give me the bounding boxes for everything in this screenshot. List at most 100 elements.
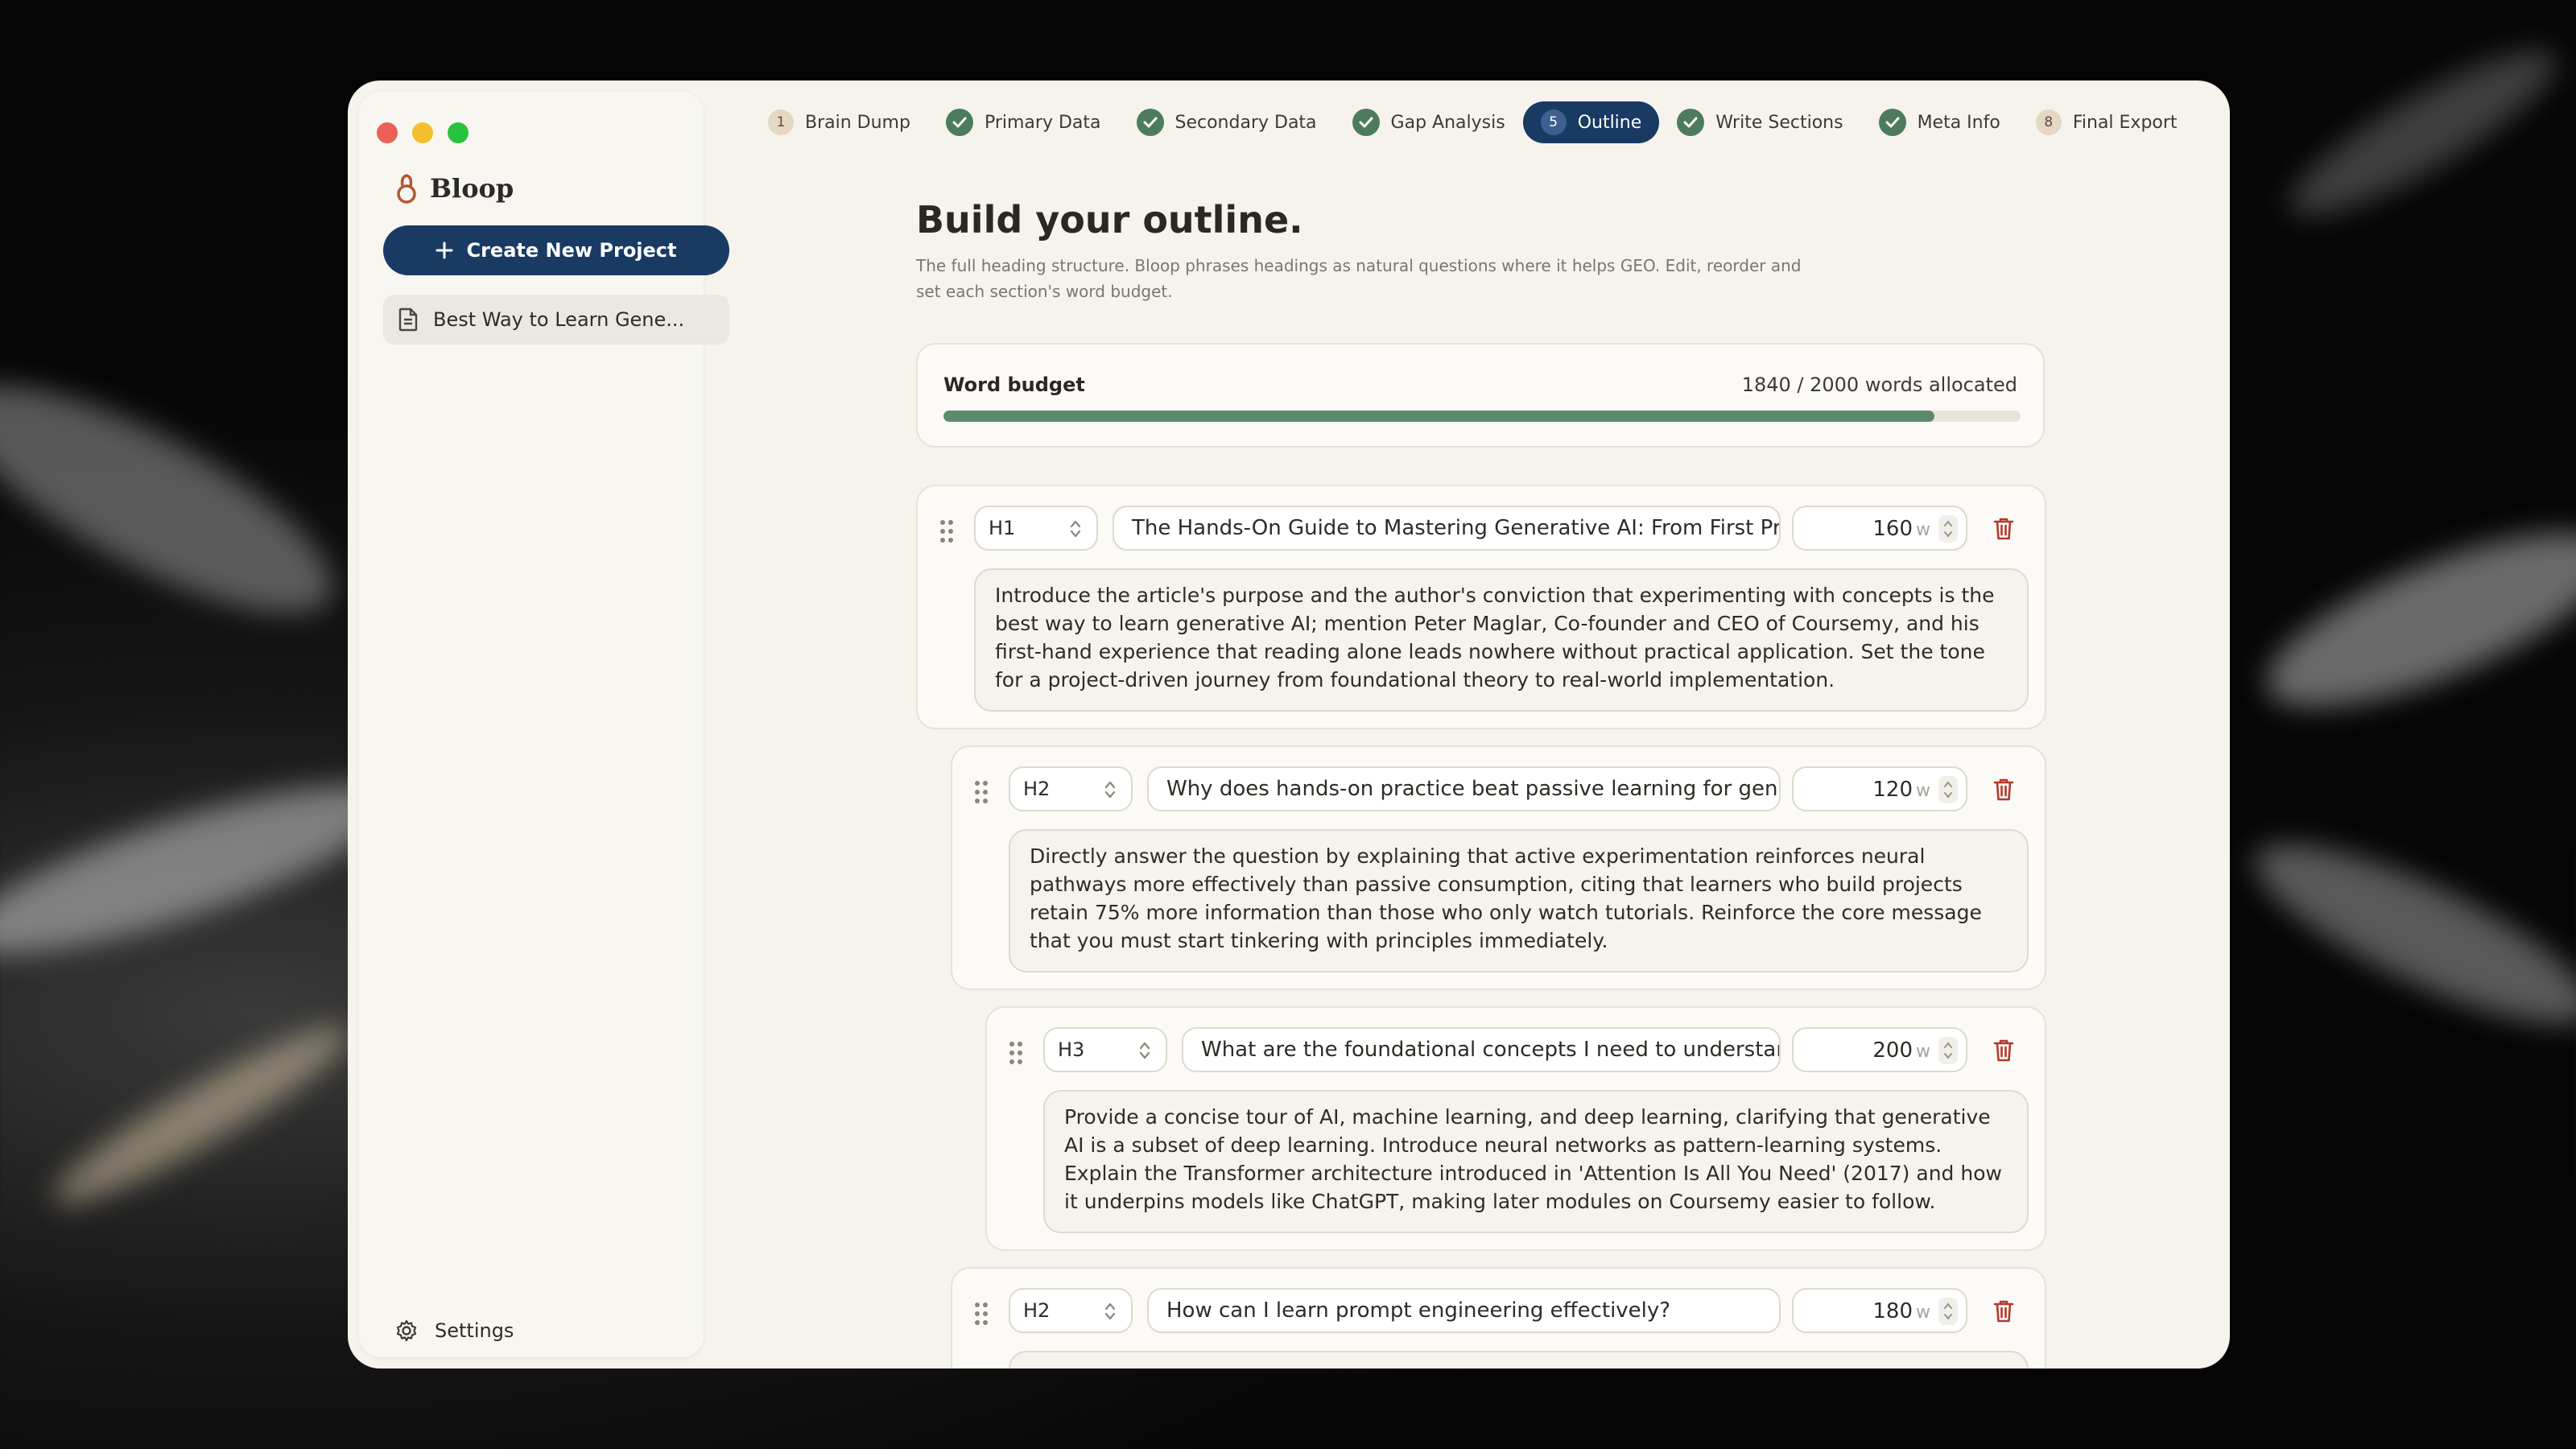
drag-handle-icon[interactable] — [1009, 1042, 1026, 1066]
step-secondary-data[interactable]: Secondary Data — [1119, 101, 1335, 143]
heading-level-select[interactable]: H3 — [1043, 1027, 1167, 1072]
check-icon — [945, 109, 973, 136]
delete-section-icon[interactable] — [1993, 517, 2014, 541]
workflow-stepper: 1 Brain Dump Primary Data Secondary Data… — [750, 101, 2195, 143]
step-brain-dump[interactable]: 1 Brain Dump — [750, 101, 928, 143]
step-write-sections[interactable]: Write Sections — [1659, 101, 1860, 143]
heading-text-value: The Hands-On Guide to Mastering Generati… — [1132, 516, 1781, 540]
step-gap-analysis[interactable]: Gap Analysis — [1335, 101, 1523, 143]
document-icon — [398, 308, 418, 332]
heading-text-value: Why does hands-on practice beat passive … — [1166, 777, 1781, 801]
chevron-updown-icon — [1104, 1302, 1116, 1320]
chevron-updown-icon — [1104, 781, 1116, 799]
check-icon — [1136, 109, 1164, 136]
stepper-arrows-icon[interactable] — [1938, 1298, 1958, 1325]
heading-level-value: H2 — [1023, 1299, 1051, 1322]
step-label: Outline — [1577, 112, 1642, 133]
step-label: Primary Data — [984, 112, 1101, 133]
sidebar: Bloop Create New Project Best Way to Lea… — [359, 92, 729, 1357]
settings-label: Settings — [435, 1319, 514, 1342]
gear-icon — [396, 1319, 417, 1342]
word-count-value: 200 — [1872, 1038, 1913, 1063]
step-label: Gap Analysis — [1390, 112, 1505, 133]
drag-handle-icon[interactable] — [940, 520, 956, 544]
section-description[interactable]: Introduce the article's purpose and the … — [974, 568, 2029, 712]
section-description[interactable]: Directly answer the question by explaini… — [1009, 829, 2029, 972]
word-count-unit: w — [1916, 520, 1930, 540]
heading-level-select[interactable]: H1 — [974, 506, 1098, 551]
section-description[interactable] — [1009, 1351, 2029, 1368]
step-label: Write Sections — [1715, 112, 1843, 133]
heading-level-value: H1 — [989, 517, 1016, 539]
step-number: 8 — [2035, 109, 2062, 135]
project-list-item[interactable]: Best Way to Learn Gene... — [383, 295, 729, 345]
plus-icon — [436, 242, 453, 259]
word-count-stepper[interactable]: 200 w — [1792, 1027, 1967, 1072]
outline-section-card: H2 How can I learn prompt engineering ef… — [951, 1267, 2046, 1368]
delete-section-icon[interactable] — [1993, 1299, 2014, 1323]
word-budget-bar — [943, 411, 2021, 422]
create-new-project-button[interactable]: Create New Project — [383, 225, 729, 275]
word-budget-bar-fill — [943, 411, 1934, 422]
heading-text-value: How can I learn prompt engineering effec… — [1166, 1298, 1671, 1323]
stepper-arrows-icon[interactable] — [1938, 776, 1958, 803]
maximize-window-button[interactable] — [448, 122, 469, 143]
heading-level-value: H2 — [1023, 778, 1051, 800]
delete-section-icon[interactable] — [1993, 1038, 2014, 1063]
page-title: Build your outline. — [916, 198, 1303, 242]
settings-button[interactable]: Settings — [394, 1319, 514, 1343]
step-primary-data[interactable]: Primary Data — [928, 101, 1119, 143]
heading-level-select[interactable]: H2 — [1009, 1288, 1133, 1333]
word-count-value: 180 — [1872, 1299, 1913, 1323]
word-count-stepper[interactable]: 180 w — [1792, 1288, 1967, 1333]
delete-section-icon[interactable] — [1993, 778, 2014, 802]
word-count-stepper[interactable]: 160 w — [1792, 506, 1967, 551]
chevron-updown-icon — [1139, 1042, 1150, 1059]
word-count-stepper[interactable]: 120 w — [1792, 766, 1967, 811]
section-description[interactable]: Provide a concise tour of AI, machine le… — [1043, 1090, 2029, 1233]
check-icon — [1677, 109, 1705, 136]
step-label: Meta Info — [1917, 112, 2000, 133]
step-label: Secondary Data — [1174, 112, 1317, 133]
page-subtitle: The full heading structure. Bloop phrase… — [916, 256, 1802, 301]
word-count-unit: w — [1916, 1302, 1930, 1323]
heading-level-value: H3 — [1058, 1038, 1085, 1061]
app-logo: Bloop — [394, 172, 514, 204]
word-count-unit: w — [1916, 781, 1930, 801]
outline-section-card: H2 Why does hands-on practice beat passi… — [951, 745, 2046, 990]
step-label: Final Export — [2072, 112, 2178, 133]
step-meta-info[interactable]: Meta Info — [1861, 101, 2018, 143]
stepper-arrows-icon[interactable] — [1938, 515, 1958, 543]
step-outline[interactable]: 5 Outline — [1522, 101, 1660, 143]
step-label: Brain Dump — [805, 112, 910, 133]
step-number: 1 — [768, 109, 794, 135]
heading-level-select[interactable]: H2 — [1009, 766, 1133, 811]
drag-handle-icon[interactable] — [975, 1302, 991, 1327]
create-new-project-label: Create New Project — [466, 239, 677, 262]
outline-section-card: H1 The Hands-On Guide to Mastering Gener… — [916, 485, 2046, 729]
heading-text-input[interactable]: The Hands-On Guide to Mastering Generati… — [1113, 506, 1781, 551]
drag-handle-icon[interactable] — [975, 781, 991, 805]
app-name: Bloop — [430, 173, 514, 204]
step-final-export[interactable]: 8 Final Export — [2018, 101, 2195, 143]
stepper-arrows-icon[interactable] — [1938, 1037, 1958, 1064]
heading-text-input[interactable]: Why does hands-on practice beat passive … — [1147, 766, 1781, 811]
heading-text-input[interactable]: How can I learn prompt engineering effec… — [1147, 1288, 1781, 1333]
heading-text-input[interactable]: What are the foundational concepts I nee… — [1182, 1027, 1781, 1072]
word-count-value: 120 — [1872, 778, 1913, 802]
word-budget-panel: Word budget 1840 / 2000 words allocated — [916, 343, 2045, 448]
word-budget-count: 1840 / 2000 words allocated — [1741, 374, 2017, 396]
word-count-unit: w — [1916, 1042, 1930, 1062]
step-number: 5 — [1540, 109, 1567, 135]
chevron-updown-icon — [1070, 520, 1081, 538]
close-window-button[interactable] — [377, 122, 398, 143]
minimize-window-button[interactable] — [412, 122, 433, 143]
app-window: Bloop Create New Project Best Way to Lea… — [348, 80, 2230, 1368]
project-title: Best Way to Learn Gene... — [433, 308, 685, 331]
heading-text-value: What are the foundational concepts I nee… — [1201, 1038, 1781, 1062]
word-budget-label: Word budget — [943, 374, 1085, 396]
word-count-value: 160 — [1872, 517, 1913, 541]
check-icon — [1878, 109, 1906, 136]
bloop-logo-icon — [397, 174, 416, 204]
check-icon — [1352, 109, 1380, 136]
